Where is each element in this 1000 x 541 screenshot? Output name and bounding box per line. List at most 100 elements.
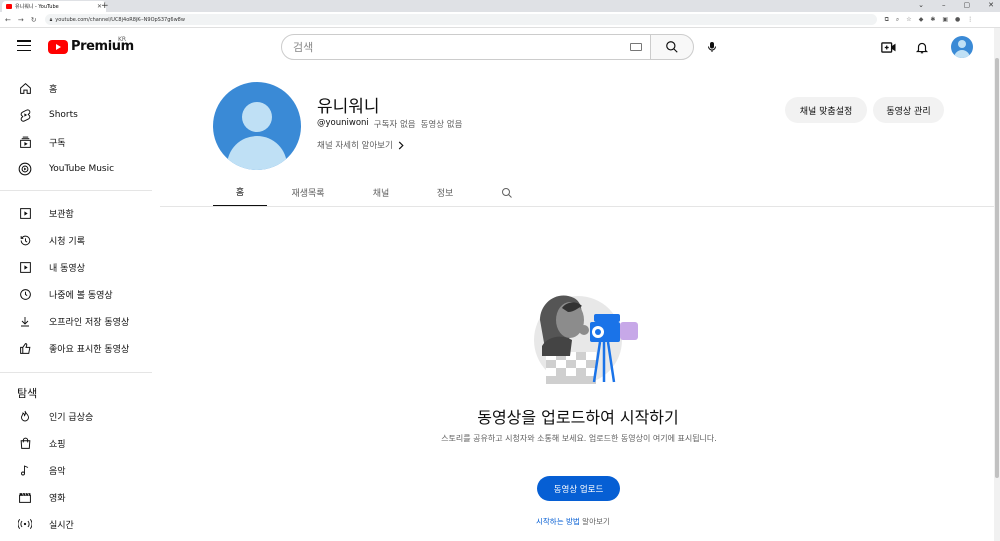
sidebar-divider xyxy=(0,190,152,191)
channel-meta: @youniwoni 구독자 없음 동영상 없음 xyxy=(317,118,462,130)
close-window-button[interactable]: ✕ xyxy=(988,1,994,9)
subscriptions-icon xyxy=(18,135,32,149)
youtube-favicon-icon xyxy=(6,4,12,9)
upload-illustration xyxy=(534,295,638,384)
empty-state-description: 스토리를 공유하고 시청자와 소통해 보세요. 업로드한 동영상이 여기에 표시… xyxy=(441,434,717,443)
browser-toolbar: ← → ↻ 🔒︎ youtube.com/channel/UC8j4oR8jK-… xyxy=(0,12,1000,28)
sidebar-item-label: Shorts xyxy=(49,110,78,120)
notifications-button[interactable] xyxy=(911,36,933,58)
your-videos-icon xyxy=(18,260,32,274)
reload-icon[interactable]: ↻ xyxy=(31,16,37,24)
search-button[interactable] xyxy=(650,34,694,60)
sidebar-item-history[interactable]: 시청 기록 xyxy=(0,227,152,253)
sidebar-item-watch-later[interactable]: 나중에 볼 동영상 xyxy=(0,281,152,307)
channel-handle: @youniwoni xyxy=(317,118,369,128)
extension-icon[interactable]: ◆ xyxy=(919,16,924,24)
channel-more-link[interactable]: 채널 자세히 알아보기 xyxy=(317,139,404,151)
sidebar-item-label: 영화 xyxy=(49,493,66,504)
sidebar-item-youtube-music[interactable]: YouTube Music xyxy=(0,156,152,182)
trending-icon xyxy=(18,409,32,423)
library-icon xyxy=(18,206,32,220)
sidebar-item-label: 좋아요 표시한 동영상 xyxy=(49,344,130,355)
bell-icon xyxy=(915,42,929,53)
sidebar-item-label: 음악 xyxy=(49,466,66,477)
youtube-premium-logo[interactable]: Premium KR xyxy=(48,36,134,54)
voice-search-button[interactable] xyxy=(700,36,724,58)
live-icon xyxy=(18,517,32,531)
download-icon xyxy=(18,314,32,328)
shopping-icon xyxy=(18,436,32,450)
upload-video-button[interactable]: 동영상 업로드 xyxy=(537,476,620,501)
howto-text: 시작하는 방법 알아보기 xyxy=(536,516,610,527)
url-text: youtube.com/channel/UC8j4oR8jK--N9OpS37g… xyxy=(55,16,185,23)
sidebar-item-subscriptions[interactable]: 구독 xyxy=(0,129,152,155)
lock-icon: 🔒︎ xyxy=(49,16,53,23)
sidebar-item-label: 쇼핑 xyxy=(49,439,66,450)
scrollbar-thumb[interactable] xyxy=(995,58,999,478)
minimize-button[interactable]: – xyxy=(942,1,946,9)
music-icon xyxy=(18,463,32,477)
subscriber-count: 구독자 없음 xyxy=(373,120,416,130)
browser-menu-icon[interactable]: ⋮ xyxy=(967,16,973,24)
tab-about[interactable]: 정보 xyxy=(428,178,462,207)
channel-avatar xyxy=(213,82,301,170)
browser-tab[interactable]: 유니워니 - YouTube ✕ xyxy=(2,1,106,12)
create-button[interactable] xyxy=(878,36,900,58)
profile-icon[interactable]: ● xyxy=(955,16,960,24)
search-placeholder: 검색 xyxy=(293,41,314,54)
new-tab-button[interactable]: + xyxy=(101,1,109,11)
channel-more-label: 채널 자세히 알아보기 xyxy=(317,141,393,151)
extensions-puzzle-icon[interactable]: ✱ xyxy=(930,16,935,24)
tab-search-icon[interactable]: ⌄ xyxy=(918,1,924,9)
sidebar-item-library[interactable]: 보관함 xyxy=(0,200,152,226)
back-icon[interactable]: ← xyxy=(5,16,11,24)
search-icon xyxy=(666,41,678,53)
sidebar-item-downloads[interactable]: 오프라인 저장 동영상 xyxy=(0,308,152,334)
tab-channels[interactable]: 채널 xyxy=(363,178,399,207)
sidebar-item-label: YouTube Music xyxy=(49,164,115,174)
chevron-right-icon xyxy=(398,140,404,150)
masthead: Premium KR 검색 xyxy=(0,28,994,66)
tab-search[interactable] xyxy=(497,178,517,207)
page-scrollbar[interactable] xyxy=(994,28,1000,541)
address-bar[interactable]: 🔒︎ youtube.com/channel/UC8j4oR8jK--N9OpS… xyxy=(44,14,877,25)
tabs-divider xyxy=(160,206,994,207)
video-count: 동영상 없음 xyxy=(420,120,463,130)
movies-icon xyxy=(18,490,32,504)
sidebar-item-live[interactable]: 실시간 xyxy=(0,511,152,537)
microphone-icon xyxy=(708,42,716,52)
sidebar-item-label: 보관함 xyxy=(49,209,74,220)
sidebar-item-home[interactable]: 홈 xyxy=(0,75,152,101)
account-avatar[interactable] xyxy=(951,36,973,58)
sidebar-item-label: 오프라인 저장 동영상 xyxy=(49,317,130,328)
sidepanel-icon[interactable]: ▣ xyxy=(942,16,948,24)
sidebar-item-liked-videos[interactable]: 좋아요 표시한 동영상 xyxy=(0,335,152,361)
sidebar-item-label: 구독 xyxy=(49,138,66,149)
sidebar-item-movies[interactable]: 영화 xyxy=(0,484,152,510)
sidebar-item-shorts[interactable]: Shorts xyxy=(0,102,152,128)
sidebar-item-your-videos[interactable]: 내 동영상 xyxy=(0,254,152,280)
zoom-icon[interactable]: ⌕ xyxy=(896,16,899,24)
share-icon[interactable]: ⧉ xyxy=(885,16,889,24)
manage-videos-button[interactable]: 동영상 관리 xyxy=(873,97,944,123)
sidebar-item-shopping[interactable]: 쇼핑 xyxy=(0,430,152,456)
channel-name: 유니워니 xyxy=(317,97,380,117)
search-input[interactable]: 검색 xyxy=(281,34,651,60)
sidebar-item-label: 실시간 xyxy=(49,520,74,531)
tab-playlists[interactable]: 재생목록 xyxy=(283,178,333,207)
maximize-button[interactable]: ▢ xyxy=(964,1,971,9)
sidebar-item-label: 내 동영상 xyxy=(49,263,85,274)
sidebar-item-trending[interactable]: 인기 급상승 xyxy=(0,403,152,429)
keyboard-icon[interactable] xyxy=(630,43,642,51)
howto-link[interactable]: 시작하는 방법 xyxy=(536,517,580,526)
shorts-icon xyxy=(18,108,32,122)
guide-menu-icon[interactable] xyxy=(17,40,31,51)
logo-region: KR xyxy=(118,36,127,43)
sidebar-item-label: 홈 xyxy=(49,84,58,95)
forward-icon[interactable]: → xyxy=(18,16,24,24)
customize-channel-button[interactable]: 채널 맞춤설정 xyxy=(785,97,867,123)
sidebar-item-music[interactable]: 음악 xyxy=(0,457,152,483)
tab-home[interactable]: 홈 xyxy=(213,178,267,207)
search-icon xyxy=(502,187,512,198)
bookmark-star-icon[interactable]: ☆ xyxy=(906,16,911,24)
